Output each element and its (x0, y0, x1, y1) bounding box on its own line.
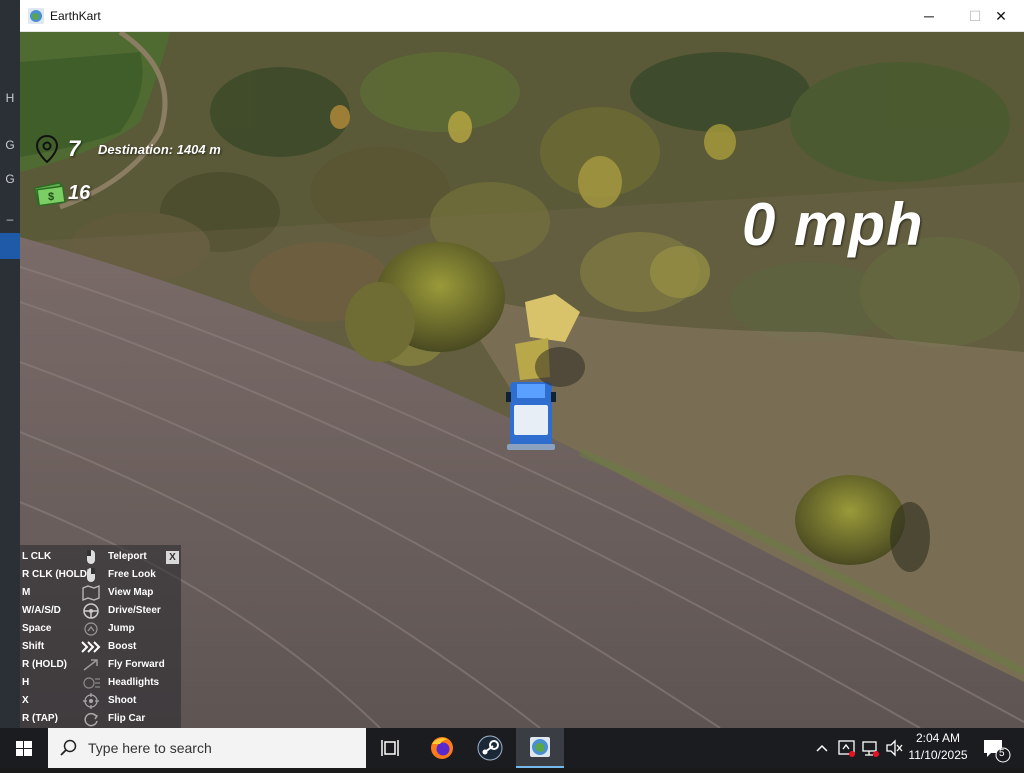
control-key: W/A/S/D (22, 605, 61, 616)
steering-wheel-icon (83, 603, 99, 619)
control-row: R (TAP) Flip Car (20, 710, 181, 728)
task-view-icon (381, 740, 399, 756)
desktop-fragment: H (5, 91, 15, 105)
chevron-up-icon (816, 744, 828, 752)
control-key: Space (22, 623, 52, 634)
control-key: H (22, 677, 30, 688)
clock-date[interactable]: 11/10/2025 (905, 748, 971, 762)
flip-icon (84, 712, 99, 727)
control-action: Free Look (108, 569, 156, 580)
boost-chevrons-icon (81, 641, 101, 653)
notification-count: 5 (999, 748, 1005, 759)
volume-muted-icon (886, 739, 903, 757)
search-icon (60, 739, 77, 756)
tray-app-button[interactable] (836, 728, 858, 768)
control-action: Drive/Steer (108, 605, 161, 616)
window-title: EarthKart (50, 9, 101, 23)
network-icon (862, 741, 879, 757)
speedometer: 0 mph (742, 191, 924, 258)
svg-text:$: $ (48, 191, 54, 203)
control-action: Boost (108, 641, 137, 652)
desktop-fragment: – (6, 212, 14, 226)
control-row: R CLK (HOLD) Free Look (20, 566, 181, 584)
mouse-left-icon (87, 550, 95, 564)
close-button[interactable]: ✕ (978, 0, 1024, 32)
control-action: Shoot (108, 695, 137, 706)
control-key: M (22, 587, 31, 598)
search-placeholder: Type here to search (88, 740, 212, 756)
desktop-background: H G G – (0, 0, 20, 728)
control-action: Jump (108, 623, 135, 634)
destination-count: 7 (68, 136, 81, 161)
destination-distance: Destination: 1404 m (98, 142, 221, 157)
title-bar[interactable]: EarthKart ─ ☐ (20, 0, 1024, 32)
desktop-fragment: G (5, 172, 15, 186)
mouse-right-icon (87, 568, 95, 582)
control-row: X Shoot (20, 692, 181, 710)
taskbar-firefox[interactable] (418, 728, 466, 768)
control-action: Headlights (108, 677, 160, 688)
windows-logo-icon (16, 741, 32, 756)
start-button[interactable] (0, 728, 48, 768)
crosshair-icon (83, 693, 99, 709)
desktop-fragment: G (5, 138, 15, 152)
headlights-icon (83, 677, 100, 689)
control-row: L CLK Teleport (20, 548, 181, 566)
controls-panel: X L CLK Teleport R CLK (HOLD) Free Look … (20, 545, 181, 728)
network-button[interactable] (860, 728, 882, 768)
control-action: Teleport (108, 551, 147, 562)
jump-icon (84, 622, 98, 636)
taskbar-search-box[interactable]: Type here to search (48, 728, 366, 768)
control-action: Flip Car (108, 713, 146, 724)
control-key: X (22, 695, 29, 706)
clock-time[interactable]: 2:04 AM (909, 731, 967, 745)
steam-icon (477, 735, 503, 761)
location-pin-icon (36, 135, 58, 163)
taskbar-earthkart[interactable] (516, 728, 564, 768)
tray-app-icon (838, 740, 855, 757)
map-icon (82, 585, 100, 601)
player-kart (506, 382, 556, 450)
minimize-button[interactable]: ─ (906, 0, 952, 32)
desktop-selection (0, 233, 20, 259)
control-key: L CLK (22, 551, 52, 562)
control-row: R (HOLD) Fly Forward (20, 656, 181, 674)
control-row: Space Jump (20, 620, 181, 638)
cash-count: 16 (68, 182, 91, 204)
taskbar-steam[interactable] (466, 728, 514, 768)
earthkart-taskbar-icon (530, 737, 550, 757)
taskbar: Type here to search 2:04 AM 11/10/2025 5 (0, 728, 1024, 768)
firefox-icon (431, 737, 453, 759)
notification-center-button[interactable]: 5 (978, 728, 1014, 768)
control-row: Shift Boost (20, 638, 181, 656)
tray-overflow-button[interactable] (812, 728, 832, 768)
cash-icon: $ (34, 181, 66, 206)
control-key: R (TAP) (22, 713, 58, 724)
control-key: Shift (22, 641, 45, 652)
task-view-button[interactable] (368, 728, 416, 768)
control-key: R (HOLD) (22, 659, 67, 670)
game-viewport[interactable]: 7 Destination: 1404 m $ 16 0 mph X L CLK… (20, 32, 1024, 728)
fly-icon (83, 659, 98, 671)
volume-button[interactable] (884, 728, 906, 768)
control-row: W/A/S/D Drive/Steer (20, 602, 181, 620)
control-row: H Headlights (20, 674, 181, 692)
earthkart-window: EarthKart ─ ☐ ✕ 7 Destination: 1404 m $ … (20, 0, 1024, 728)
notification-icon (984, 740, 1011, 763)
control-action: View Map (108, 587, 154, 598)
earthkart-app-icon (28, 8, 44, 24)
control-action: Fly Forward (108, 659, 165, 670)
control-row: M View Map (20, 584, 181, 602)
